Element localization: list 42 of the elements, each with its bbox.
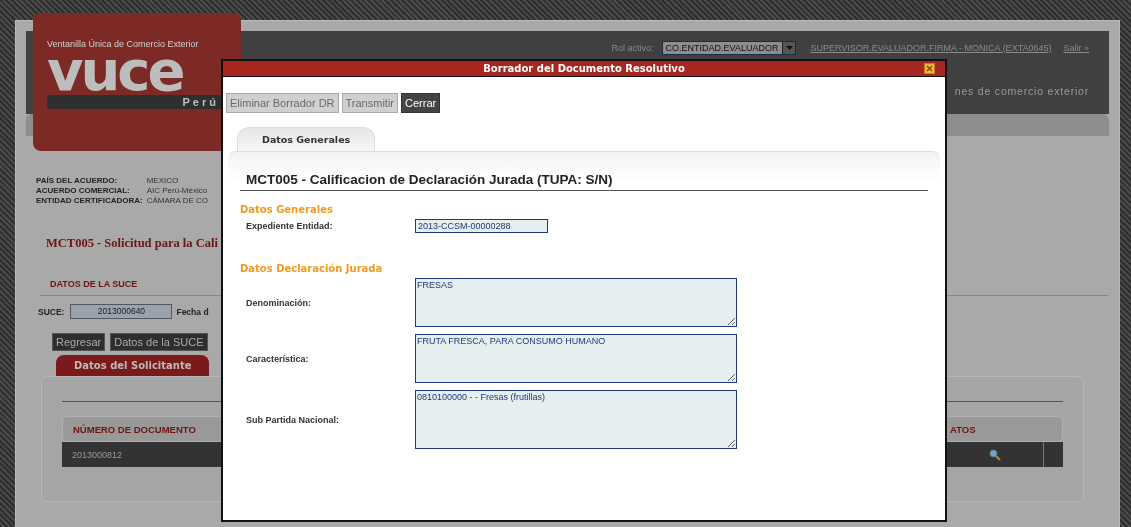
field-label: Sub Partida Nacional: xyxy=(246,414,341,425)
dialog-title: Borrador del Documento Resolutivo xyxy=(483,63,685,74)
logo-caption: Ventanilla Única de Comercio Exterior xyxy=(47,39,199,49)
text-area[interactable]: 0810100000 - - Fresas (frutillas) xyxy=(415,390,737,449)
dialog-tab[interactable]: Datos Generales xyxy=(237,127,376,151)
close-button[interactable] xyxy=(924,63,935,74)
info-label: PAÍS DEL ACUERDO: xyxy=(36,176,119,186)
section-title: DATOS DE LA SUCE xyxy=(50,279,138,289)
page-tab[interactable]: Datos del Solicitante xyxy=(56,355,210,376)
date-label: Fecha d xyxy=(176,306,209,317)
page-title: MCT005 - Solicitud para la Cali xyxy=(46,236,219,251)
table-cell-text: 2013000812 xyxy=(71,449,124,460)
suce-field[interactable]: 2013000640 xyxy=(70,304,173,319)
input-field[interactable]: 2013-CCSM-00000288 xyxy=(415,219,548,233)
info-value: CÁMARA DE CO xyxy=(146,196,208,206)
field-label: Expediente Entidad: xyxy=(246,221,334,231)
column-header: NÚMERO DE DOCUMENTO xyxy=(72,423,197,435)
close-icon xyxy=(926,65,933,72)
info-value: MEXICO xyxy=(146,176,180,186)
field-label: Característica: xyxy=(246,353,310,364)
page-button[interactable]: Regresar xyxy=(52,333,106,351)
info-label: ENTIDAD CERTIFICADORA: xyxy=(36,196,143,206)
page-button[interactable]: Datos de la SUCE xyxy=(110,333,208,351)
text-area[interactable]: FRUTA FRESCA, PARA CONSUMO HUMANO xyxy=(415,334,737,383)
field-label: Denominación: xyxy=(246,297,312,308)
suce-label: SUCE: xyxy=(38,306,65,317)
search-icon[interactable] xyxy=(989,448,1001,461)
section-title: Datos Declaración Jurada xyxy=(240,263,384,274)
logo-wordmark: vuce xyxy=(47,49,183,93)
role-select[interactable]: CO.ENTIDAD.EVALUADOR xyxy=(661,41,797,55)
text-area[interactable]: FRESAS xyxy=(415,278,737,327)
info-label: ACUERDO COMERCIAL: xyxy=(36,186,131,196)
column-header: ATOS xyxy=(949,423,977,435)
dialog-button[interactable]: Cerrar xyxy=(401,93,441,113)
form-heading: MCT005 - Calificacion de Declaración Jurada (TUPA: S/N) xyxy=(240,172,928,191)
role-label: Rol activo: xyxy=(611,43,654,53)
user-link[interactable]: SUPERVISOR.EVALUADOR.FIRMA - MONICA (EXTA0645) xyxy=(810,43,1052,53)
logout-link[interactable]: Salir » xyxy=(1063,43,1089,53)
caret-icon xyxy=(785,46,793,50)
tagline: nes de comercio exterior xyxy=(954,85,1089,97)
section-title: Datos Generales xyxy=(240,204,334,215)
info-value: AIC Perú-México xyxy=(146,186,208,196)
